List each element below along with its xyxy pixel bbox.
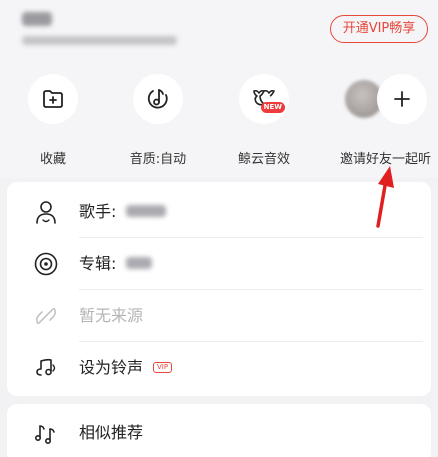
sound-quality-icon: [147, 89, 168, 109]
collect-button[interactable]: [28, 74, 78, 124]
header: 开通VIP畅享: [0, 0, 438, 60]
annotation-arrow-icon: [376, 166, 394, 228]
user-name-blurred: [22, 12, 52, 26]
person-icon: [36, 201, 56, 224]
sound-quality-button[interactable]: [133, 74, 183, 124]
plus-icon: [394, 91, 410, 107]
album-label: 专辑:: [79, 254, 117, 273]
invite-friend-action[interactable]: [340, 74, 438, 124]
whale-effect-label: 鲸云音效: [237, 152, 290, 167]
collect-label: 收藏: [39, 152, 66, 167]
similar-label: 相似推荐: [79, 423, 144, 442]
ringtone-text: 设为铃声 VIP: [79, 357, 173, 379]
new-badge: NEW: [260, 102, 285, 113]
whale-effect-action[interactable]: NEW 鲸云音效: [214, 74, 314, 167]
link-icon: [35, 307, 57, 325]
divider: [79, 237, 423, 238]
divider: [79, 289, 423, 290]
album-text: 专辑:: [79, 253, 153, 275]
sound-quality-action[interactable]: 音质:自动: [108, 74, 208, 167]
collect-icon: [43, 90, 63, 108]
source-row: 暂无来源: [7, 291, 431, 341]
source-label: 暂无来源: [79, 306, 144, 325]
user-subtitle-blurred: [22, 36, 177, 45]
similar-music-icon: [34, 425, 55, 444]
album-name-blurred: [126, 257, 153, 269]
similar-row[interactable]: 相似推荐: [7, 408, 431, 457]
invite-plus-button[interactable]: [377, 74, 427, 124]
divider: [79, 341, 423, 342]
collect-action[interactable]: 收藏: [3, 74, 103, 167]
singer-label: 歌手:: [79, 202, 117, 221]
singer-text: 歌手:: [79, 201, 167, 223]
ringtone-label: 设为铃声: [79, 358, 144, 377]
action-row: 收藏 音质:自动 NEW 鲸云音效 邀请好友一起听: [0, 60, 438, 178]
ringtone-icon: [36, 358, 56, 376]
vip-tag: VIP: [153, 361, 173, 373]
similar-card: 相似推荐: [7, 404, 431, 457]
sound-quality-label: 音质:自动: [129, 152, 187, 167]
album-row[interactable]: 专辑:: [7, 239, 431, 289]
vip-subscribe-button[interactable]: 开通VIP畅享: [330, 15, 428, 43]
singer-name-blurred: [126, 205, 167, 217]
album-icon: [34, 252, 58, 276]
ringtone-row[interactable]: 设为铃声 VIP: [7, 343, 431, 393]
whale-effect-button[interactable]: NEW: [239, 74, 289, 124]
